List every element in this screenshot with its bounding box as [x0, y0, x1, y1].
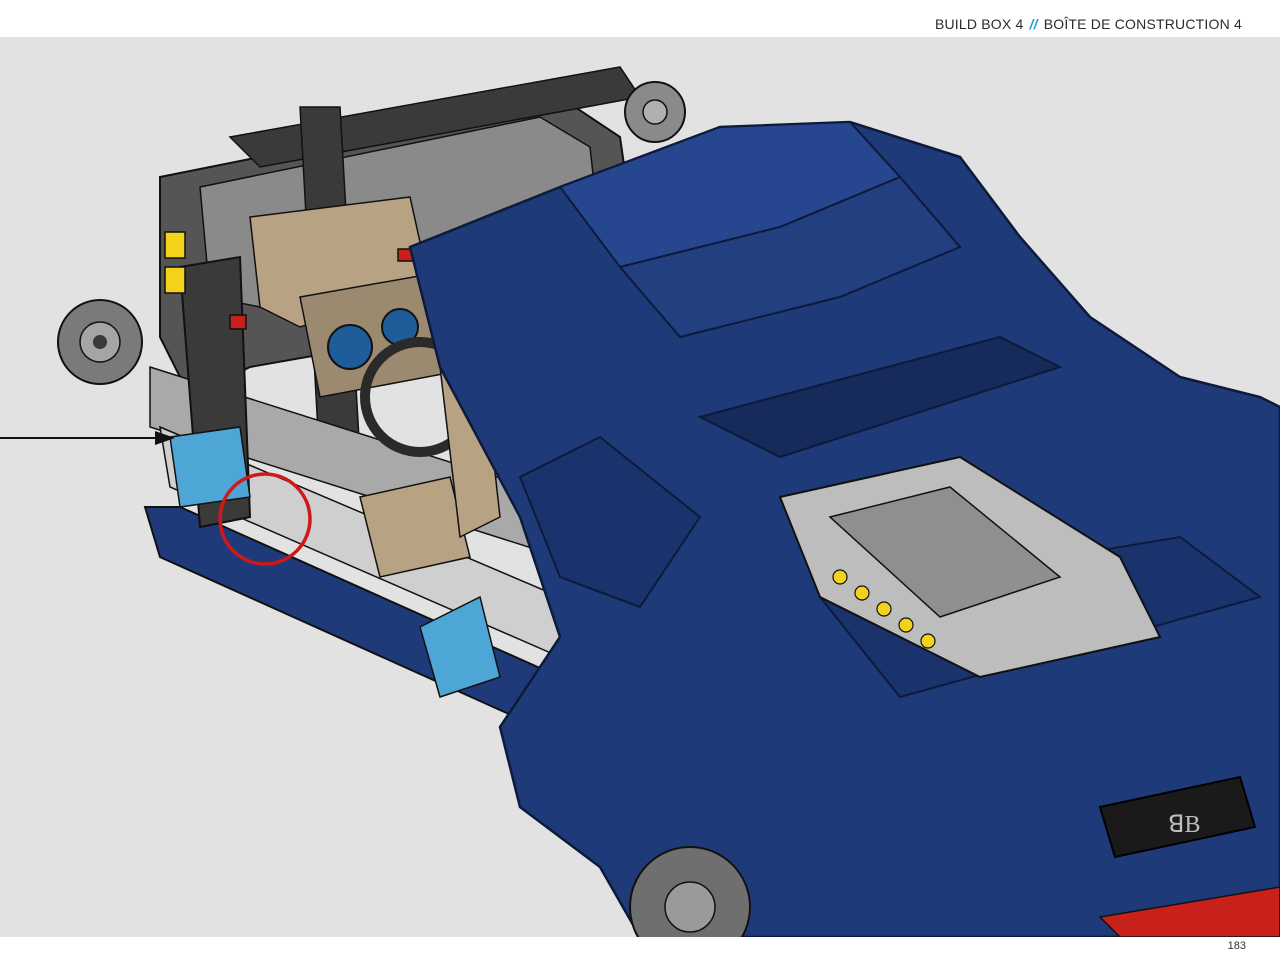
- build-box-label: BUILD BOX 4: [934, 16, 1024, 32]
- header-separator: //: [1029, 16, 1038, 32]
- page-header: BUILD BOX 4 // BOÎTE DE CONSTRUCTION 4: [935, 16, 1242, 32]
- red-pin: [229, 314, 247, 330]
- build-box-label-fr: BOÎTE DE CONSTRUCTION 4: [1043, 16, 1242, 32]
- eb-logo: ꓭB: [1168, 812, 1200, 838]
- pointer-arrow: [0, 431, 175, 445]
- page-number: 183: [1227, 940, 1246, 952]
- yellow-connector-1: [164, 231, 186, 259]
- wheel-hub-left: [57, 299, 143, 385]
- yellow-connector-2: [164, 266, 186, 294]
- azure-beam: [169, 426, 251, 508]
- wheel-hub-top: [624, 81, 686, 143]
- model-illustration: ꓭB: [0, 37, 1280, 937]
- car-build-drawing: ꓭB: [0, 66, 1280, 937]
